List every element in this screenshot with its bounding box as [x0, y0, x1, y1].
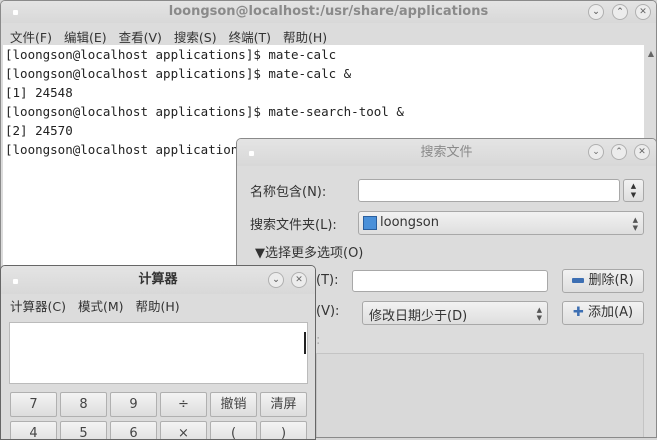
window-menu-icon[interactable] — [249, 151, 254, 156]
home-folder-icon — [363, 216, 377, 230]
text-cursor — [304, 332, 306, 354]
key-5[interactable]: 5 — [60, 421, 107, 439]
menu-search[interactable]: 搜索(S) — [174, 30, 217, 45]
search-titlebar: 搜索文件 ⌄ ⌃ ✕ — [237, 139, 656, 166]
key-undo[interactable]: 撤销 — [210, 392, 257, 417]
option-select[interactable]: 修改日期少于(D) ▲ ▼ — [362, 301, 548, 325]
calc-display[interactable] — [9, 322, 308, 384]
calc-titlebar: 计算器 ⌄ ✕ — [1, 266, 315, 294]
key-4[interactable]: 4 — [10, 421, 57, 439]
menu-help[interactable]: 帮助(H) — [283, 30, 327, 45]
terminal-titlebar: loongson@localhost:/usr/share/applicatio… — [1, 1, 656, 23]
option-label-v: (V): — [316, 304, 340, 319]
add-button[interactable]: ✚ 添加(A) — [562, 301, 644, 325]
terminal-menubar: 文件(F) 编辑(E) 查看(V) 搜索(S) 终端(T) 帮助(H) — [10, 27, 339, 46]
menu-mode[interactable]: 模式(M) — [78, 299, 124, 314]
scrollbar-up-icon[interactable]: ▲ — [648, 49, 654, 58]
calculator-window: 计算器 ⌄ ✕ 计算器(C) 模式(M) 帮助(H) 7 8 9 ÷ 撤销 清屏 4… — [0, 265, 316, 440]
chevron-updown-icon: ▲ ▼ — [632, 216, 638, 232]
close-icon[interactable]: ✕ — [634, 144, 650, 160]
name-history-button[interactable]: ▲ ▼ — [623, 179, 644, 202]
key-clear[interactable]: 清屏 — [260, 392, 307, 417]
terminal-line: [loongson@localhost applications]$ mate-… — [5, 47, 337, 62]
chevron-updown-icon: ▲ ▼ — [536, 306, 542, 322]
folder-value: loongson — [380, 215, 439, 230]
close-icon[interactable]: ✕ — [291, 272, 307, 288]
key-multiply[interactable]: × — [160, 421, 207, 439]
menu-view[interactable]: 查看(V) — [119, 30, 162, 45]
folder-select[interactable]: loongson ▲ ▼ — [358, 211, 644, 235]
name-input[interactable] — [358, 179, 620, 202]
remove-button[interactable]: 删除(R) — [562, 269, 644, 293]
key-open-paren[interactable]: ( — [210, 421, 257, 439]
key-9[interactable]: 9 — [110, 392, 157, 417]
expander-arrow-icon: ▼ — [255, 246, 265, 261]
minimize-icon[interactable]: ⌄ — [588, 144, 604, 160]
key-8[interactable]: 8 — [60, 392, 107, 417]
menu-edit[interactable]: 编辑(E) — [64, 30, 107, 45]
close-icon[interactable]: ✕ — [635, 4, 651, 20]
remove-label: 删除(R) — [588, 273, 634, 288]
maximize-icon[interactable]: ⌃ — [611, 144, 627, 160]
folder-label: 搜索文件夹(L): — [250, 218, 337, 233]
menu-help[interactable]: 帮助(H) — [136, 299, 180, 314]
key-7[interactable]: 7 — [10, 392, 57, 417]
plus-icon: ✚ — [572, 305, 584, 320]
more-options-expander[interactable]: ▼选择更多选项(O) — [255, 242, 363, 261]
terminal-line: [loongson@localhost applications]$ mate-… — [5, 66, 352, 81]
search-title: 搜索文件 — [420, 145, 473, 160]
menu-file[interactable]: 文件(F) — [10, 30, 52, 45]
minus-icon — [572, 278, 585, 283]
option-select-value: 修改日期少于(D) — [369, 309, 468, 324]
window-menu-icon[interactable] — [13, 10, 18, 15]
results-frame — [316, 353, 644, 437]
more-options-label: 选择更多选项(O) — [265, 246, 364, 261]
menu-terminal[interactable]: 终端(T) — [229, 30, 271, 45]
calc-menubar: 计算器(C) 模式(M) 帮助(H) — [10, 296, 192, 315]
terminal-line: [loongson@localhost applications]$ — [5, 142, 269, 157]
option-label-t: (T): — [316, 273, 339, 288]
option-text-input[interactable] — [352, 270, 548, 292]
key-6[interactable]: 6 — [110, 421, 157, 439]
window-menu-icon[interactable] — [13, 279, 18, 284]
terminal-line: [1] 24548 — [5, 85, 73, 100]
terminal-title: loongson@localhost:/usr/share/applicatio… — [168, 4, 489, 19]
minimize-icon[interactable]: ⌄ — [588, 4, 604, 20]
add-label: 添加(A) — [588, 305, 634, 320]
key-divide[interactable]: ÷ — [160, 392, 207, 417]
maximize-icon[interactable]: ⌃ — [612, 4, 628, 20]
key-close-paren[interactable]: ) — [260, 421, 307, 439]
calc-title: 计算器 — [138, 272, 178, 287]
partial-label: : — [316, 333, 321, 348]
menu-calculator[interactable]: 计算器(C) — [10, 299, 66, 314]
name-label: 名称包含(N): — [250, 185, 327, 200]
terminal-line: [loongson@localhost applications]$ mate-… — [5, 104, 404, 119]
minimize-icon[interactable]: ⌄ — [268, 272, 284, 288]
